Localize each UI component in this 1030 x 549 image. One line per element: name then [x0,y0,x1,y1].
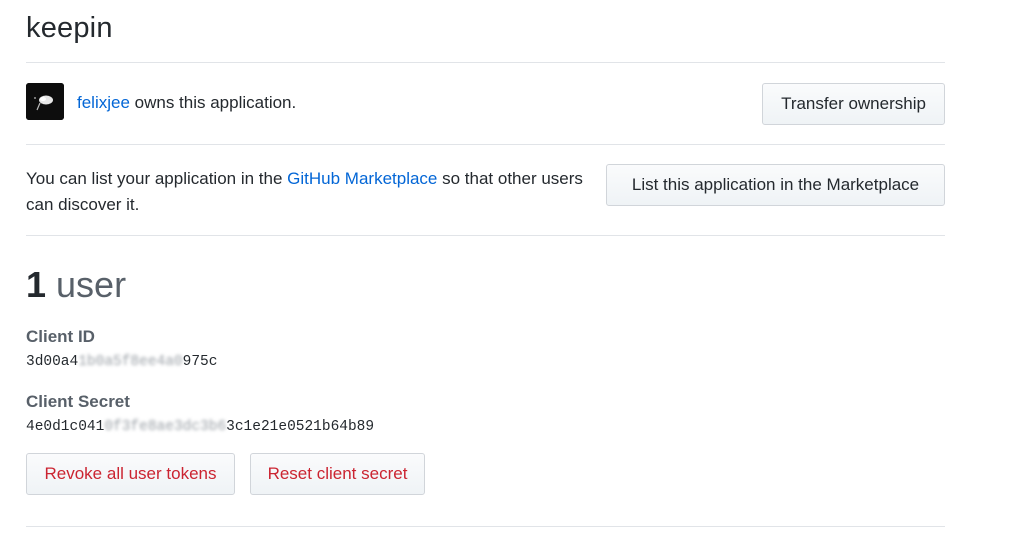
divider [26,62,945,63]
reset-client-secret-button[interactable]: Reset client secret [250,453,425,495]
users-count-number: 1 [26,264,47,305]
client-secret-value: 4e0d1c0410f3fe8ae3dc3b63c1e21e0521b64b89 [26,419,374,435]
users-count: 1 user [26,264,126,306]
owner-statement: felixjee owns this application. [77,93,296,113]
client-id-value: 3d00a41b0a5f8ee4a0975c [26,354,217,370]
list-in-marketplace-button[interactable]: List this application in the Marketplace [606,164,945,206]
transfer-ownership-button[interactable]: Transfer ownership [762,83,945,125]
marketplace-text-before: You can list your application in the [26,169,288,188]
client-secret-redacted: 0f3fe8ae3dc3b6 [104,419,227,435]
users-count-unit: user [56,264,127,305]
client-id-prefix: 3d00a4 [26,354,79,370]
avatar-image [26,83,64,120]
owner-username-link[interactable]: felixjee [77,93,130,112]
revoke-all-user-tokens-button[interactable]: Revoke all user tokens [26,453,235,495]
application-settings-page: keepin felixjee owns this application. T… [0,0,1030,549]
owner-row: felixjee owns this application. Transfer… [26,83,945,125]
app-title: keepin [26,12,113,44]
client-id-suffix: 975c [182,354,218,370]
divider [26,526,945,527]
client-id-label: Client ID [26,327,95,346]
avatar[interactable] [26,83,64,120]
divider [26,144,945,145]
client-secret-suffix: 3c1e21e0521b64b89 [226,419,375,435]
client-id-redacted: 1b0a5f8ee4a0 [78,354,183,370]
divider [26,235,945,236]
github-marketplace-link[interactable]: GitHub Marketplace [287,169,437,188]
client-secret-label: Client Secret [26,392,130,411]
client-secret-prefix: 4e0d1c041 [26,419,105,435]
marketplace-description: You can list your application in the Git… [26,166,611,218]
owner-suffix: owns this application. [129,93,297,112]
